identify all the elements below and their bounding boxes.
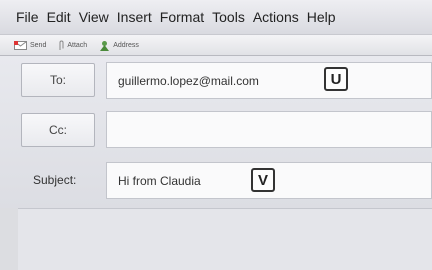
paperclip-icon: [59, 40, 64, 50]
attach-button[interactable]: Attach: [58, 40, 87, 51]
menu-file[interactable]: File: [16, 9, 39, 25]
menu-help[interactable]: Help: [307, 9, 336, 25]
address-button[interactable]: Address: [99, 40, 139, 51]
menu-actions[interactable]: Actions: [253, 9, 299, 25]
menu-view[interactable]: View: [79, 9, 109, 25]
to-field-marker: U: [324, 67, 348, 91]
menu-insert[interactable]: Insert: [117, 9, 152, 25]
toolbar: Send Attach Address: [0, 34, 432, 56]
address-book-icon: [100, 40, 110, 51]
address-label: Address: [113, 41, 139, 49]
message-body[interactable]: [18, 208, 432, 270]
subject-label: Subject:: [33, 173, 77, 187]
menu-bar: File Edit View Insert Format Tools Actio…: [0, 0, 432, 34]
to-button[interactable]: To:: [21, 63, 95, 97]
subject-marker-text: V: [257, 171, 268, 189]
menu-tools[interactable]: Tools: [212, 9, 245, 25]
cc-button[interactable]: Cc:: [21, 113, 95, 147]
to-marker-text: U: [330, 70, 342, 88]
attach-label: Attach: [67, 41, 88, 49]
subject-value: Hi from Claudia: [118, 173, 201, 188]
cc-label: Cc:: [49, 123, 67, 137]
send-label: Send: [30, 41, 47, 49]
to-label: To:: [49, 73, 66, 87]
cc-field[interactable]: [106, 111, 432, 148]
menu-format[interactable]: Format: [160, 9, 204, 25]
to-field[interactable]: guillermo.lopez@mail.com: [106, 62, 432, 99]
send-envelope-icon: [14, 40, 27, 50]
to-value: guillermo.lopez@mail.com: [118, 73, 259, 88]
menu-edit[interactable]: Edit: [47, 9, 71, 25]
send-button[interactable]: Send: [14, 40, 47, 50]
subject-field-marker: V: [251, 168, 275, 192]
